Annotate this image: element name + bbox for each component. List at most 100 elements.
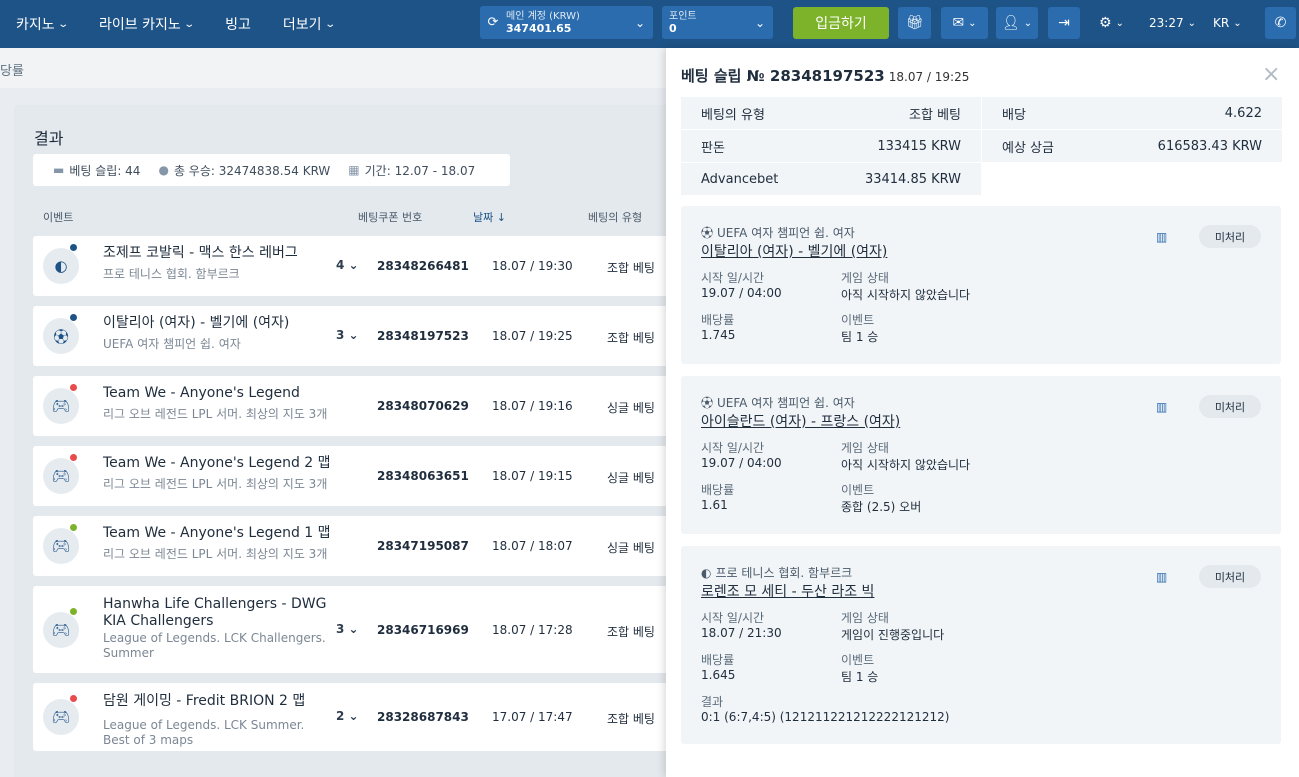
breadcrumb-bar: 당률	[0, 48, 666, 88]
event-match-link[interactable]: 로렌조 모 세티 - 두산 라조 빅	[701, 581, 874, 601]
clock-button[interactable]: 23:27 ⌄	[1149, 7, 1196, 39]
event-label: 이벤트	[841, 653, 875, 667]
main-account-selector[interactable]: ⟳ 메인 계정 (KRW) 347401.65 ⌄	[480, 6, 653, 39]
table-row[interactable]: ⚽︎ 이탈리아 (여자) - 벨기에 (여자) UEFA 여자 챔피언 쉽. 여…	[33, 306, 683, 366]
coupon-number[interactable]: 28348063651	[377, 469, 469, 483]
chevron-down-icon: ⌄	[348, 328, 359, 342]
language-selector[interactable]: KR ⌄	[1213, 7, 1242, 39]
nav-more[interactable]: 더보기 ⌄	[267, 0, 350, 48]
status-dot	[70, 695, 77, 702]
bet-type: 조합 베팅	[607, 624, 655, 639]
event-match-link[interactable]: 아이슬란드 (여자) - 프랑스 (여자)	[701, 411, 900, 431]
start-label: 시작 일/시간	[701, 611, 765, 625]
event-match-link[interactable]: 이탈리아 (여자) - 벨기에 (여자)	[701, 241, 887, 261]
status-dot	[70, 314, 77, 321]
coupon-number[interactable]: 28346716969	[377, 623, 469, 637]
breadcrumb[interactable]: 당률	[0, 60, 24, 79]
results-panel: 결과 ▬ 베팅 슬립: 44 ● 총 우승: 32474838.54 KRW ▦ 기간…	[14, 105, 683, 777]
bet-type: 싱글 베팅	[607, 541, 655, 555]
summary-stake: 판돈 133415 KRW	[681, 130, 981, 162]
state-value: 아직 시작하지 않았습니다	[841, 288, 971, 302]
statistics-icon[interactable]: ▥	[1156, 400, 1167, 414]
event-title: Hanwha Life Challengers - DWG KIA Challe…	[103, 596, 327, 629]
gift-button[interactable]: 🎁︎	[898, 7, 931, 39]
event-league: 리그 오브 레전드 LPL 서머. 최상의 지도 3개	[103, 407, 328, 421]
slip-timestamp: 18.07 / 19:25	[888, 70, 970, 84]
phone-icon: ✆	[1274, 15, 1287, 31]
points-selector[interactable]: 포인트 0 ⌄	[662, 6, 773, 39]
summary-odds: 배당 4.622	[982, 97, 1282, 129]
phone-button[interactable]: ✆	[1265, 7, 1296, 39]
table-row[interactable]: 🎮︎ 담원 게이밍 - Fredit BRION 2 맵 League of L…	[33, 683, 683, 751]
odds-value: 1.61	[701, 498, 728, 512]
state-label: 게임 상태	[841, 441, 889, 455]
coupon-number[interactable]: 28328687843	[377, 710, 469, 724]
profile-button[interactable]: 👤︎ ⌄	[996, 7, 1038, 39]
event-value: 팀 1 승	[841, 330, 879, 344]
period-range[interactable]: 기간: 12.07 - 18.07	[365, 162, 476, 179]
bet-type: 싱글 베팅	[607, 471, 655, 485]
statistics-icon[interactable]: ▥	[1156, 570, 1167, 584]
start-label: 시작 일/시간	[701, 441, 765, 455]
envelope-icon: ✉	[952, 15, 965, 31]
close-icon[interactable]: ×	[1262, 62, 1280, 87]
refresh-icon[interactable]: ⟳	[480, 15, 506, 30]
table-row[interactable]: ◐ 조제프 코발릭 - 맥스 한스 레버그 프로 테니스 협회. 함부르크 4 …	[33, 236, 683, 296]
logout-button[interactable]: ⇥	[1048, 7, 1080, 39]
summary-payout: 예상 상금 616583.43 KRW	[982, 130, 1282, 162]
chevron-down-icon: ⌄	[323, 18, 336, 30]
nav-live-casino[interactable]: 라이브 카지노 ⌄	[83, 0, 209, 48]
account-balance: 347401.65	[506, 21, 572, 35]
status-dot	[70, 454, 77, 461]
table-row[interactable]: 🎮︎ Team We - Anyone's Legend 2 맵 리그 오브 레…	[33, 446, 683, 506]
table-row[interactable]: 🎮︎ Team We - Anyone's Legend 1 맵 리그 오브 레…	[33, 516, 683, 576]
odds-label: 배당률	[701, 313, 735, 327]
state-label: 게임 상태	[841, 271, 889, 285]
gamepad-icon: 🎮︎	[43, 611, 79, 648]
nav-casino[interactable]: 카지노 ⌄	[0, 0, 83, 48]
messages-button[interactable]: ✉ ⌄	[941, 7, 988, 39]
status-dot	[70, 384, 77, 391]
event-league: UEFA 여자 챔피언 쉽. 여자	[103, 337, 241, 351]
event-count-toggle[interactable]: 2 ⌄	[336, 709, 359, 723]
table-row[interactable]: 🎮︎ Team We - Anyone's Legend 리그 오브 레전드 L…	[33, 376, 683, 436]
column-header-date[interactable]: 날짜 ↓	[473, 209, 506, 225]
start-label: 시작 일/시간	[701, 271, 765, 285]
chevron-down-icon: ⌄	[183, 18, 195, 30]
event-count-toggle[interactable]: 4 ⌄	[336, 258, 359, 272]
status-dot	[70, 607, 77, 615]
table-row[interactable]: 🎮︎ Hanwha Life Challengers - DWG KIA Cha…	[33, 586, 683, 673]
coupon-number[interactable]: 28348197523	[377, 329, 469, 343]
gamepad-icon: 🎮︎	[43, 528, 79, 564]
nav-bingo[interactable]: 빙고	[209, 0, 267, 48]
event-count-toggle[interactable]: 3 ⌄	[336, 328, 359, 342]
account-label: 메인 계정 (KRW)	[506, 10, 580, 22]
coupon-number[interactable]: 28348266481	[377, 259, 469, 273]
points-label: 포인트	[669, 10, 697, 22]
state-value: 아직 시작하지 않았습니다	[841, 458, 971, 472]
event-count-toggle[interactable]: 3 ⌄	[336, 622, 359, 636]
event-league: League of Legends. LCK Summer. Best of 3…	[103, 718, 305, 747]
status-dot	[70, 244, 77, 251]
coupon-number[interactable]: 28347195087	[377, 539, 469, 553]
event-title: Team We - Anyone's Legend 2 맵	[103, 455, 331, 471]
event-league: 리그 오브 레전드 LPL 서머. 최상의 지도 3개	[103, 477, 328, 491]
event-label: 이벤트	[841, 313, 875, 327]
user-icon: 👤︎	[1001, 15, 1020, 31]
sort-down-arrow-icon: ↓	[496, 211, 506, 224]
event-league: ⚽︎ UEFA 여자 챔피언 쉽. 여자	[701, 396, 855, 410]
settings-button[interactable]: ⚙ ⌄	[1099, 7, 1124, 39]
nav-more-label: 더보기	[282, 17, 322, 33]
pending-badge: 미처리	[1199, 565, 1261, 588]
odds-value: 1.745	[701, 328, 736, 342]
coupon-number[interactable]: 28348070629	[377, 399, 469, 413]
summary-advancebet: Advancebet 33414.85 KRW	[681, 163, 981, 195]
result-label: 결과	[701, 695, 724, 709]
bet-date: 18.07 / 19:16	[492, 399, 573, 413]
bet-date: 18.07 / 18:07	[492, 539, 573, 553]
statistics-icon[interactable]: ▥	[1156, 230, 1167, 244]
chevron-down-icon: ⌄	[1115, 17, 1124, 29]
calendar-icon: ▦	[348, 163, 360, 177]
deposit-button[interactable]: 입금하기	[793, 7, 889, 39]
total-winnings: 총 우승: 32474838.54 KRW	[173, 163, 331, 178]
